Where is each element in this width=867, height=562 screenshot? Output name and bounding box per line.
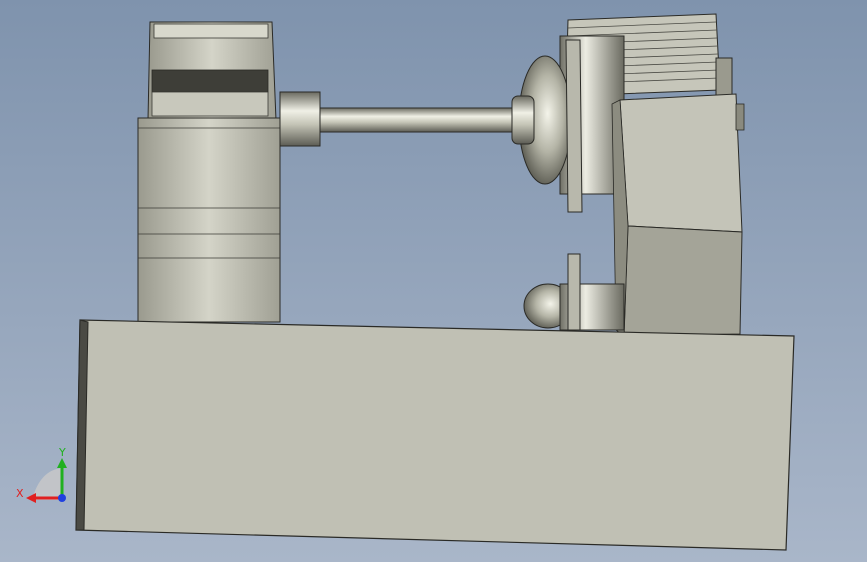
model-scene[interactable]: Y X (0, 0, 867, 562)
left-shaft-coupling (279, 91, 321, 147)
left-housing-rib-top (153, 23, 269, 39)
left-motor-body (137, 117, 281, 323)
y-axis-label: Y (58, 446, 66, 459)
left-housing-rib-bottom (151, 91, 269, 117)
base-plate-front (75, 319, 795, 551)
lower-motor-flange (567, 253, 581, 331)
right-motor-assembly[interactable] (511, 13, 745, 337)
right-motor-flange (565, 39, 583, 213)
right-gearbox-tab (735, 103, 745, 131)
right-gearbox-lower (623, 225, 743, 337)
left-housing-slot (151, 69, 269, 93)
right-shaft-boss (511, 95, 535, 145)
cad-viewport[interactable]: Y X (0, 0, 867, 562)
z-axis-dot (58, 494, 66, 502)
base-plate[interactable] (75, 319, 795, 551)
x-axis-label: X (16, 487, 24, 500)
drive-shaft[interactable] (319, 107, 517, 133)
right-gearbox-upper (619, 93, 743, 233)
